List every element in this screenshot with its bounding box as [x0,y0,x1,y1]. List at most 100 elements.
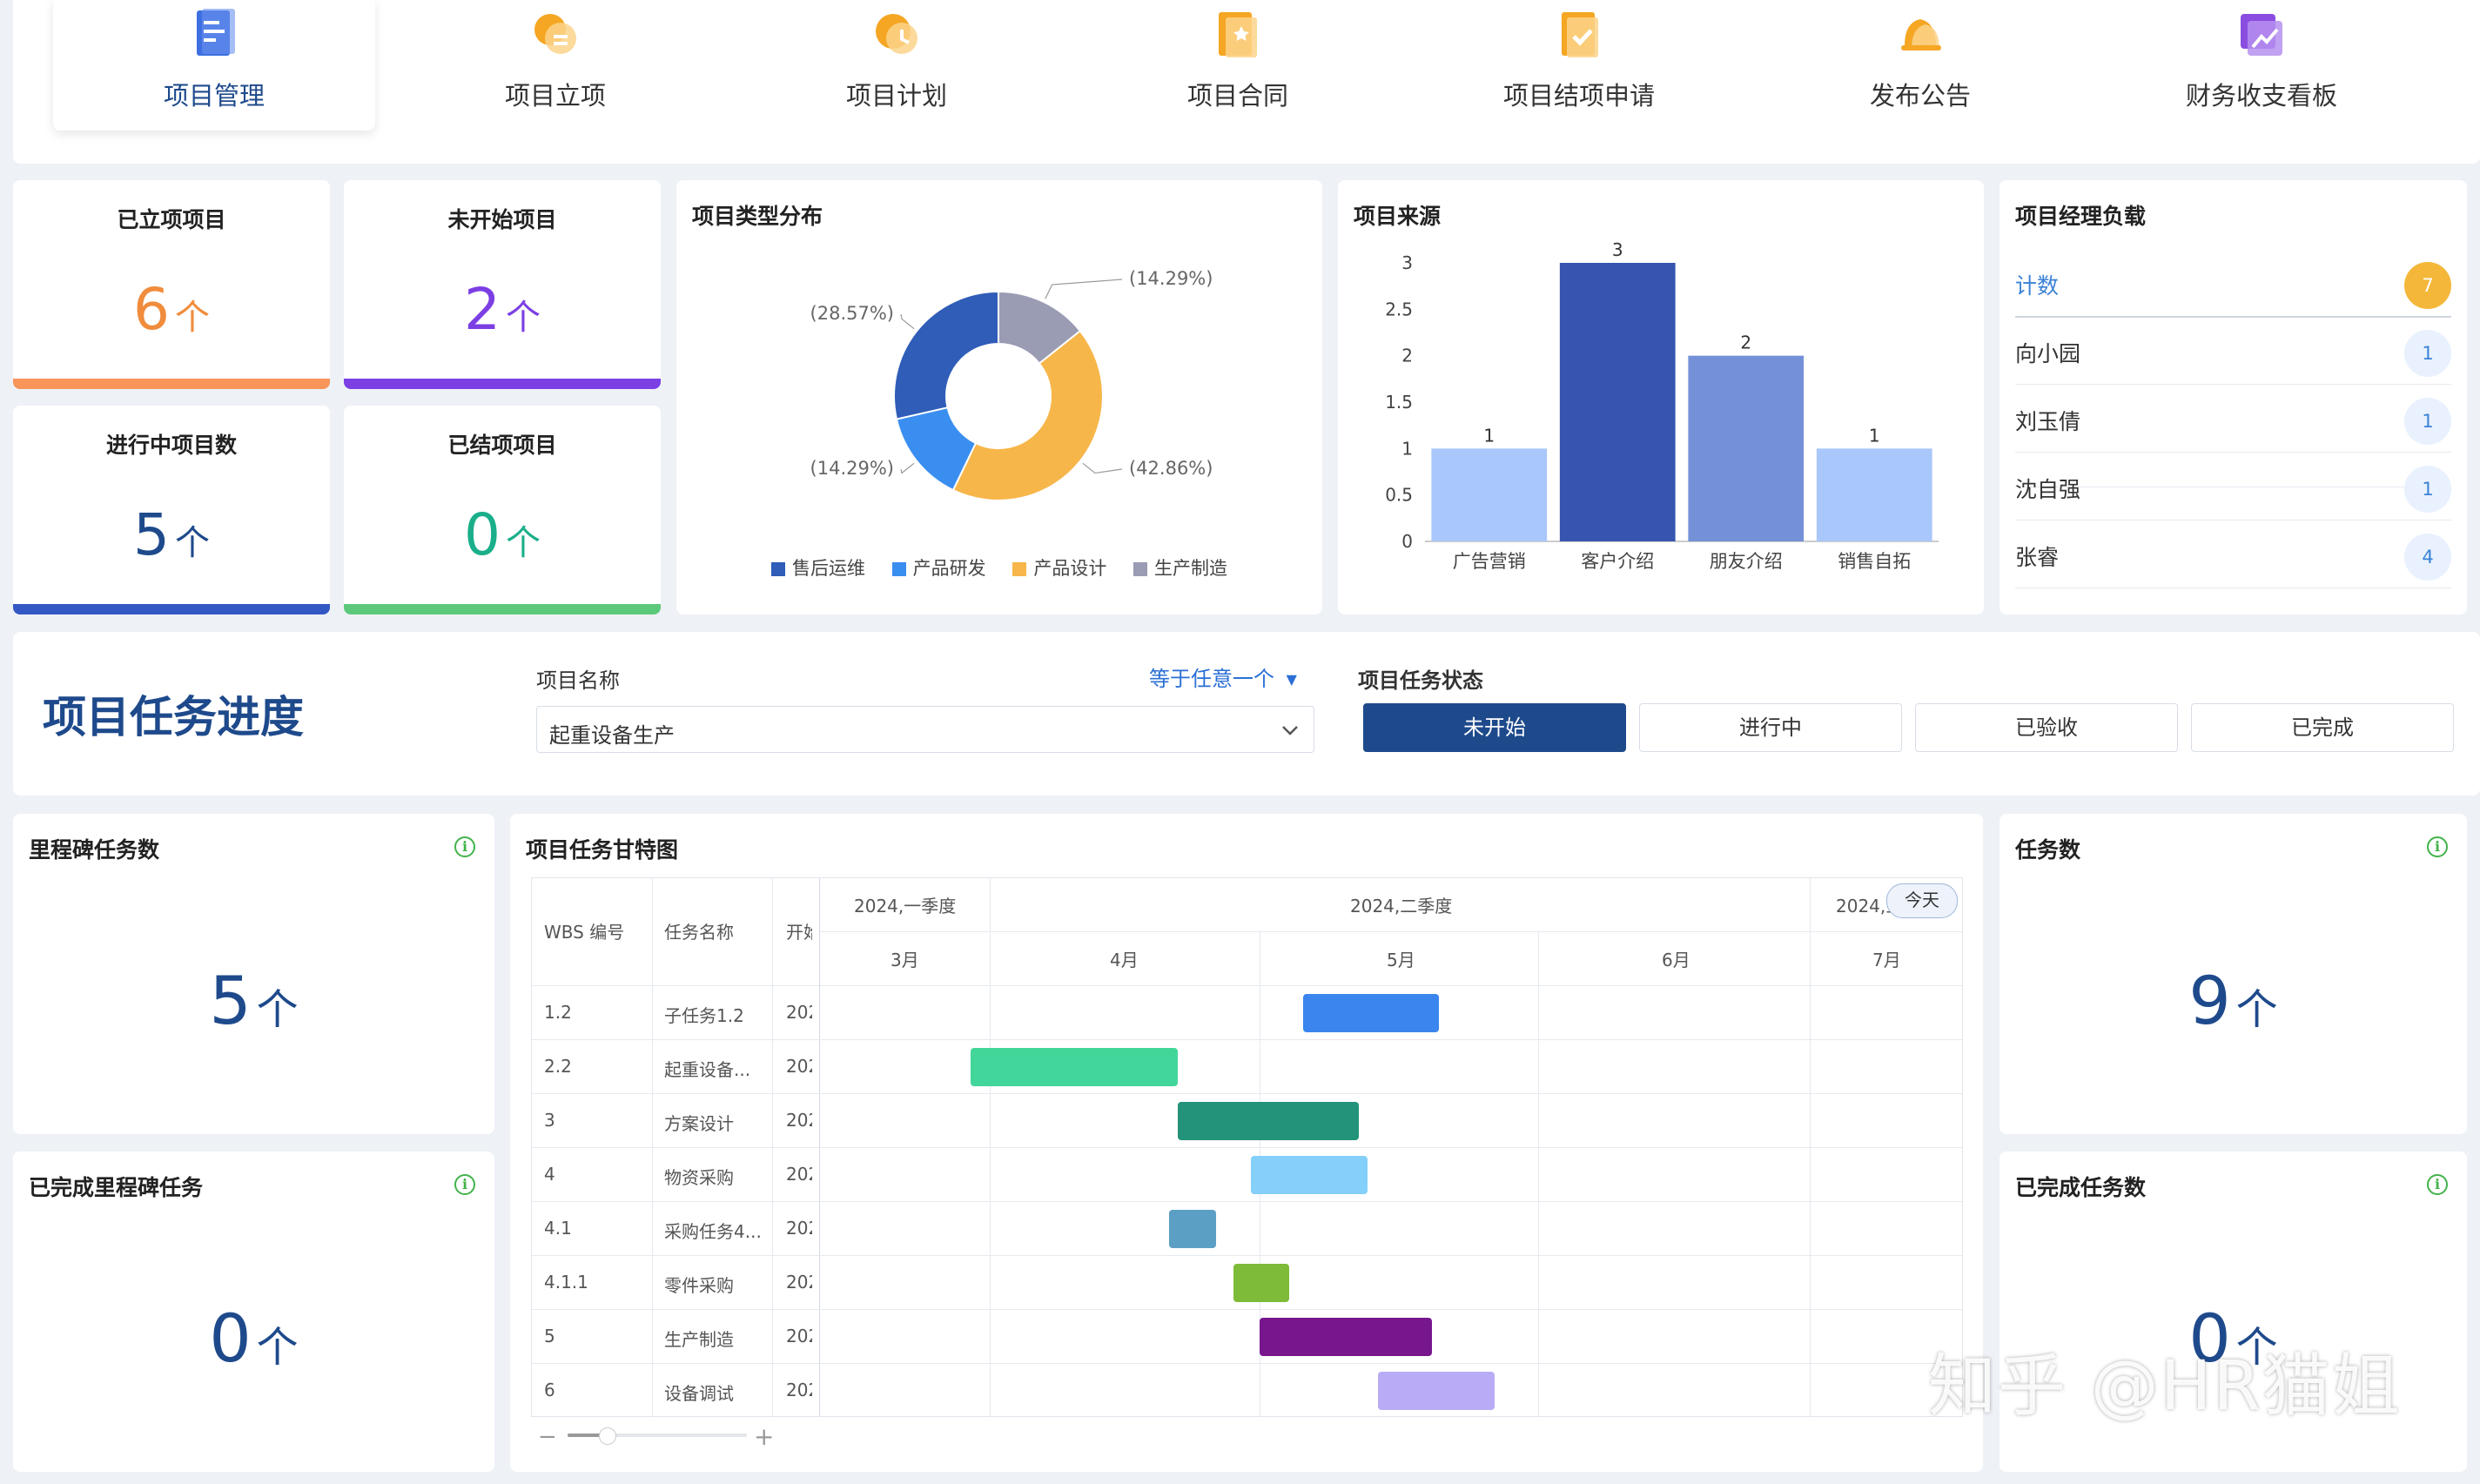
gantt-chart: WBS 编号 任务名称 开始 2024,一季度 2024,二季度 2024,三 … [531,877,1963,1417]
legend-label: 生产制造 [1154,558,1228,579]
start-cell: 2024 [786,1218,812,1239]
check-file-icon [1562,12,1598,57]
nav-label: 项目管理 [163,81,265,111]
nav-item-project-initiation[interactable]: 项目立项 [394,0,716,131]
gantt-task-bar[interactable] [1378,1372,1495,1410]
bar-value-label: 1 [1483,425,1495,446]
project-type-chart-card: 项目类型分布 (28.57%) (14.29%) (42.86%) (14.29%) … [676,180,1322,614]
count-label: 计数 [2015,273,2060,299]
start-cell: 2024 [786,1326,812,1346]
kpi-value: 5个 [13,962,494,1039]
label-leader-line [1045,279,1123,299]
chart-legend: 售后运维 产品研发 产品设计 生产制造 [676,554,1322,581]
info-icon[interactable]: i [454,836,475,857]
donut-slice[interactable] [893,290,999,420]
nav-item-closure-request[interactable]: 项目结项申请 [1418,0,1740,131]
kpi-number: 9 [2188,962,2231,1039]
slice-label: (28.57%) [810,303,894,324]
info-icon[interactable]: i [454,1174,475,1195]
today-button[interactable]: 今天 [1886,883,1958,918]
stat-color-bar [13,604,330,614]
stat-number: 5 [133,501,170,568]
start-cell: 2024 [786,1002,812,1023]
bar[interactable] [1559,263,1676,541]
gantt-task-bar[interactable] [1169,1210,1216,1248]
y-tick-label: 3 [1401,252,1413,273]
gantt-task-bar[interactable] [1178,1102,1359,1140]
gantt-task-bar[interactable] [1303,994,1439,1032]
status-button-accepted[interactable]: 已验收 [1915,703,2178,752]
manager-name: 张睿 [2015,545,2060,570]
bar[interactable] [1688,355,1805,541]
status-button-in-progress[interactable]: 进行中 [1639,703,1902,752]
task-name-cell: 方案设计 [664,1113,734,1134]
zoom-slider-track[interactable] [568,1427,747,1445]
project-select[interactable]: 起重设备生产 [536,706,1314,753]
stat-color-bar [344,604,661,614]
trend-chart-icon [2241,14,2282,56]
nav-item-project-contract[interactable]: 项目合同 [1077,0,1399,131]
gantt-task-bar[interactable] [1260,1318,1432,1356]
gantt-task-bar[interactable] [971,1048,1178,1086]
x-tick-label: 广告营销 [1453,551,1526,572]
month-label: 5月 [1387,950,1415,970]
wbs-cell: 3 [544,1110,555,1131]
zoom-in-button[interactable]: + [754,1422,774,1451]
info-icon[interactable]: i [2427,1174,2448,1195]
legend-swatch [770,562,785,576]
gantt-task-bar[interactable] [1233,1264,1289,1302]
project-name-label: 项目名称 [536,668,620,693]
manager-count-row[interactable]: 计数 7 [2015,250,2451,318]
gantt-task-bar[interactable] [1251,1156,1368,1194]
card-title: 项目经理负载 [2015,204,2147,229]
nav-item-finance-board[interactable]: 财务收支看板 [2100,0,2423,131]
stat-unit: 个 [506,523,541,563]
legend-label: 售后运维 [791,558,865,579]
grid-line [532,1093,1962,1094]
stat-card-closed: 已结项项目 0个 [344,406,661,614]
selected-project: 起重设备生产 [549,723,675,748]
stat-title: 已结项项目 [447,433,557,458]
stat-card-in-progress: 进行中项目数 5个 [13,406,330,614]
bar[interactable] [1816,448,1932,541]
stat-number: 2 [464,276,501,343]
stat-number: 6 [133,276,170,343]
status-button-not-started[interactable]: 未开始 [1363,703,1626,752]
y-tick-label: 2.5 [1385,299,1413,319]
nav-item-announcement[interactable]: 发布公告 [1759,0,2081,131]
info-icon[interactable]: i [2427,836,2448,857]
manager-row[interactable]: 向小园 1 [2015,318,2451,385]
task-status-label: 项目任务状态 [1358,668,1483,693]
operator-label: 等于任意一个 [1149,667,1274,691]
legend-item[interactable]: 产品研发 [891,554,986,581]
kpi-unit: 个 [256,985,299,1034]
operator-dropdown[interactable]: 等于任意一个 ▼ [1149,661,1297,692]
card-title: 已完成任务数 [2015,1175,2147,1200]
label-leader-line [900,313,915,330]
donut-slice[interactable] [951,329,1104,502]
slice-label: (14.29%) [1129,268,1213,289]
zoom-out-button[interactable]: − [538,1424,557,1450]
nav-item-project-management[interactable]: 项目管理 [53,0,375,131]
section-title: 项目任务进度 [43,692,304,742]
nav-label: 项目合同 [1186,81,1288,111]
legend-item[interactable]: 生产制造 [1133,554,1227,581]
legend-item[interactable]: 售后运维 [770,554,865,581]
manager-row[interactable]: 刘玉倩 1 [2015,386,2451,453]
manager-count-badge: 4 [2404,534,2451,581]
manager-row[interactable]: 张睿 4 [2015,521,2451,588]
month-label: 6月 [1662,950,1690,970]
stat-card-not-started: 未开始项目 2个 [344,180,661,389]
nav-item-project-plan[interactable]: 项目计划 [736,0,1058,131]
manager-load-card: 项目经理负载 计数 7 向小园 1 刘玉倩 1 沈自强 1 张睿 4 [1999,180,2467,614]
watermark-text: 知乎 @HR猫姐 [1928,1347,2402,1426]
status-button-completed[interactable]: 已完成 [2191,703,2454,752]
bar-value-label: 2 [1740,332,1751,353]
manager-row[interactable]: 沈自强 1 [2015,453,2451,520]
zoom-slider-handle[interactable] [599,1427,616,1445]
grid-line [532,1363,1962,1364]
manager-count-badge: 1 [2404,330,2451,377]
legend-item[interactable]: 产品设计 [1012,554,1106,581]
wbs-cell: 4.1.1 [544,1272,588,1293]
bar[interactable] [1431,448,1548,541]
